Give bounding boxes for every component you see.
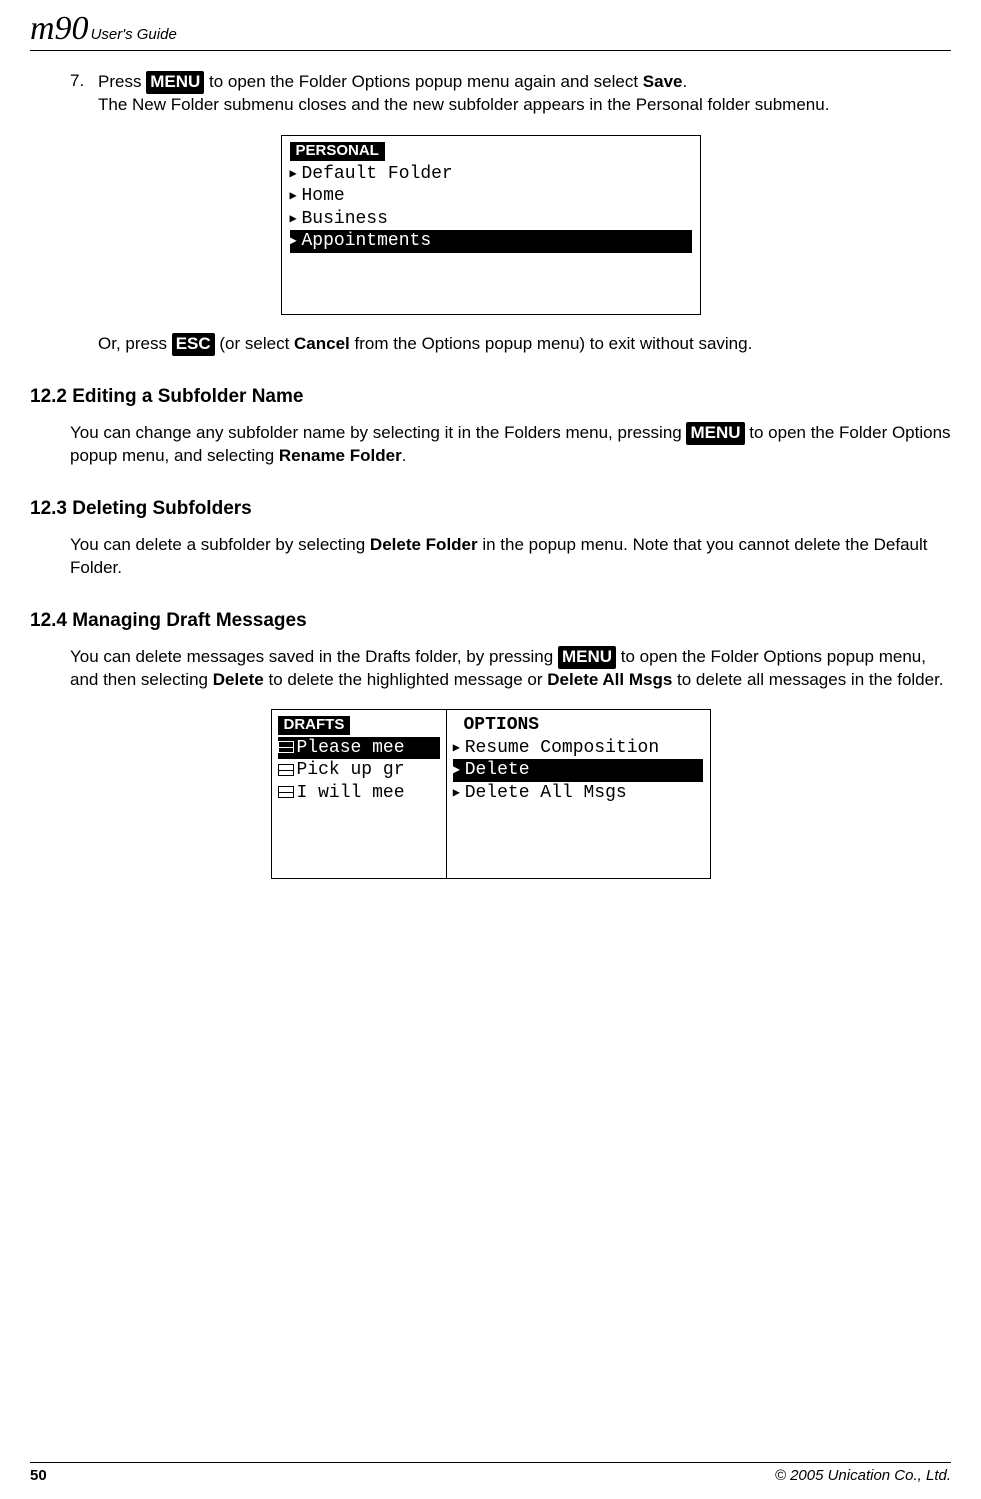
mail-icon xyxy=(278,741,294,753)
or-pre: Or, press xyxy=(98,334,172,353)
options-title: OPTIONS xyxy=(453,714,704,737)
or-post: from the Options popup menu) to exit wit… xyxy=(350,334,753,353)
copyright: © 2005 Unication Co., Ltd. xyxy=(775,1467,951,1484)
step-7-number: 7. xyxy=(70,71,98,91)
s124-post: to delete all messages in the folder. xyxy=(672,670,943,689)
options-item-resume: Resume Composition xyxy=(453,737,704,760)
drafts-item-3-text: I will mee xyxy=(297,783,405,803)
page-header: m90 User's Guide xyxy=(30,10,951,51)
personal-screen-title: PERSONAL xyxy=(290,142,385,161)
drafts-options-screen: DRAFTS Please mee Pick up gr I will mee … xyxy=(271,709,711,879)
or-cancel: Cancel xyxy=(294,334,350,353)
or-mid: (or select xyxy=(215,334,294,353)
s122-rename: Rename Folder xyxy=(279,446,402,465)
paragraph-12-2: You can change any subfolder name by sel… xyxy=(70,422,951,468)
mail-icon xyxy=(278,764,294,776)
page-number: 50 xyxy=(30,1467,47,1484)
personal-item-business: Business xyxy=(290,208,692,231)
options-title-text: OPTIONS xyxy=(464,715,540,735)
paragraph-12-4: You can delete messages saved in the Dra… xyxy=(70,646,951,692)
s124-mid2: to delete the highlighted message or xyxy=(264,670,548,689)
drafts-item-1-text: Please mee xyxy=(297,738,405,758)
s122-pre: You can change any subfolder name by sel… xyxy=(70,423,686,442)
guide-title: User's Guide xyxy=(91,26,177,43)
drafts-item-2-text: Pick up gr xyxy=(297,760,405,780)
s122-post: . xyxy=(402,446,407,465)
step-7-tail: . xyxy=(682,72,687,91)
paragraph-12-3: You can delete a subfolder by selecting … xyxy=(70,534,951,580)
s123-delete-folder: Delete Folder xyxy=(370,535,478,554)
page-footer: 50 © 2005 Unication Co., Ltd. xyxy=(30,1462,951,1484)
options-item-delete-all: Delete All Msgs xyxy=(453,782,704,805)
heading-12-4: 12.4 Managing Draft Messages xyxy=(30,610,951,632)
drafts-pane: DRAFTS Please mee Pick up gr I will mee xyxy=(272,710,447,878)
s124-delete-all: Delete All Msgs xyxy=(547,670,672,689)
drafts-title: DRAFTS xyxy=(278,716,351,735)
step-7: 7. Press MENU to open the Folder Options… xyxy=(70,71,951,117)
options-item-delete: Delete xyxy=(453,759,704,782)
personal-item-home: Home xyxy=(290,185,692,208)
personal-item-appointments: Appointments xyxy=(290,230,692,253)
step-7-pre: Press xyxy=(98,72,146,91)
drafts-item-1: Please mee xyxy=(278,737,440,760)
personal-item-default: Default Folder xyxy=(290,163,692,186)
menu-key-2: MENU xyxy=(686,422,744,445)
step-7-save: Save xyxy=(643,72,683,91)
s123-pre: You can delete a subfolder by selecting xyxy=(70,535,370,554)
drafts-item-2: Pick up gr xyxy=(278,759,440,782)
step-7-post: to open the Folder Options popup menu ag… xyxy=(204,72,643,91)
step-7-line2: The New Folder submenu closes and the ne… xyxy=(98,95,829,114)
s124-delete: Delete xyxy=(213,670,264,689)
logo: m90 xyxy=(30,10,89,48)
options-pane: OPTIONS Resume Composition Delete Delete… xyxy=(447,710,710,878)
drafts-item-3: I will mee xyxy=(278,782,440,805)
step-7-text: Press MENU to open the Folder Options po… xyxy=(98,71,829,117)
menu-key-3: MENU xyxy=(558,646,616,669)
personal-screen: PERSONAL Default Folder Home Business Ap… xyxy=(281,135,701,315)
or-esc-paragraph: Or, press ESC (or select Cancel from the… xyxy=(98,333,951,356)
s124-pre: You can delete messages saved in the Dra… xyxy=(70,647,558,666)
esc-key: ESC xyxy=(172,333,215,356)
menu-key: MENU xyxy=(146,71,204,94)
heading-12-2: 12.2 Editing a Subfolder Name xyxy=(30,386,951,408)
heading-12-3: 12.3 Deleting Subfolders xyxy=(30,498,951,520)
mail-icon xyxy=(278,786,294,798)
